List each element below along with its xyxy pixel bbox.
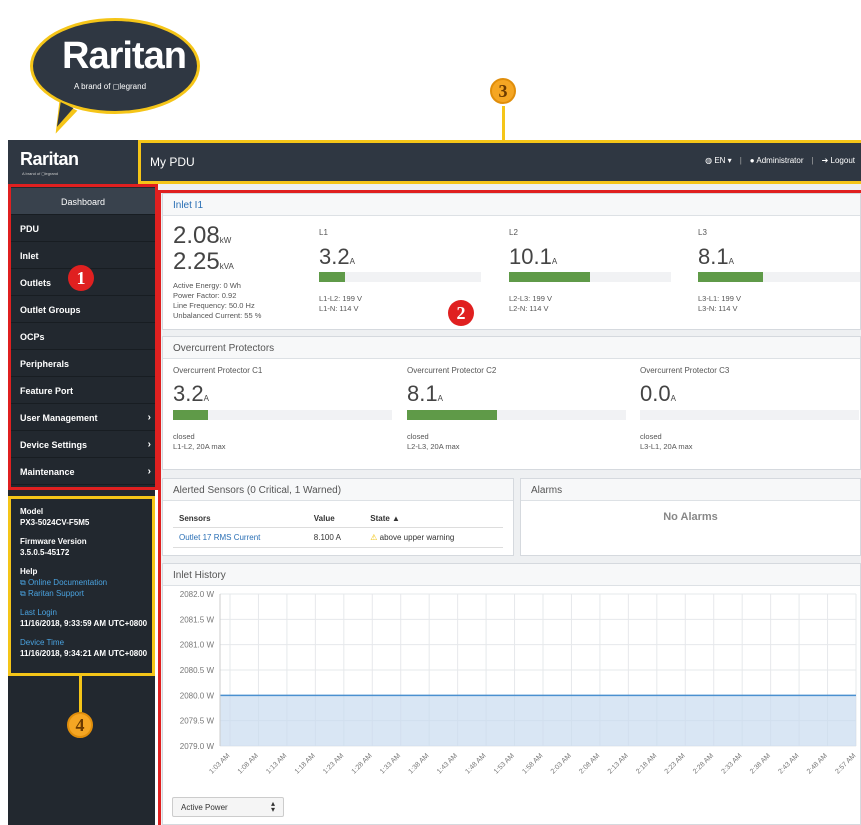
last-login-label: Last Login: [20, 608, 57, 617]
callout-number-1: 1: [68, 265, 94, 291]
language-selector[interactable]: ◍ EN ▾: [705, 156, 732, 165]
raritan-logo[interactable]: Raritan: [20, 149, 79, 170]
callout-logo-text: Raritan: [62, 35, 187, 77]
raritan-logo-tagline: A brand of ◻legrand: [22, 171, 59, 176]
last-login-value: 11/16/2018, 9:33:59 AM UTC+0800: [20, 619, 148, 628]
callout-logo-tagline: A brand of ◻legrand: [74, 82, 147, 91]
external-link-icon: ⧉: [20, 589, 26, 598]
callout-stem-3: [502, 106, 505, 140]
logout-label: Logout: [830, 156, 855, 165]
firmware-label: Firmware Version: [20, 537, 87, 546]
page-title: My PDU: [150, 155, 195, 169]
online-documentation-label: Online Documentation: [27, 578, 108, 587]
callout-number-4: 4: [67, 712, 93, 738]
callout-number-3: 3: [490, 78, 516, 104]
device-time-label: Device Time: [20, 638, 65, 647]
callout-stem-4: [79, 676, 82, 712]
help-label: Help: [20, 567, 38, 576]
language-label: EN ▾: [714, 156, 732, 165]
callout-frame-1: [8, 184, 158, 490]
online-documentation-link[interactable]: ⧉ Online Documentation: [20, 578, 107, 588]
external-link-icon: ⧉: [20, 578, 26, 587]
globe-icon: ◍: [705, 156, 713, 165]
separator: |: [811, 156, 814, 165]
firmware-value: 3.5.0.5-45172: [20, 548, 70, 557]
user-menu[interactable]: ● Administrator: [750, 156, 804, 165]
logout-button[interactable]: ➔ Logout: [822, 156, 855, 165]
device-time-value: 11/16/2018, 9:34:21 AM UTC+0800: [20, 649, 148, 658]
user-icon: ●: [749, 156, 755, 165]
user-name: Administrator: [756, 156, 804, 165]
callout-frame-2: [158, 190, 861, 825]
topbar-actions: ◍ EN ▾ | ● Administrator | ➔ Logout: [705, 156, 855, 165]
raritan-support-link[interactable]: ⧉ Raritan Support: [20, 589, 84, 599]
raritan-support-label: Raritan Support: [27, 589, 84, 598]
logout-icon: ➔: [821, 156, 829, 165]
model-value: PX3-5024CV-F5M5: [20, 518, 90, 527]
model-label: Model: [20, 507, 44, 516]
separator: |: [739, 156, 742, 165]
